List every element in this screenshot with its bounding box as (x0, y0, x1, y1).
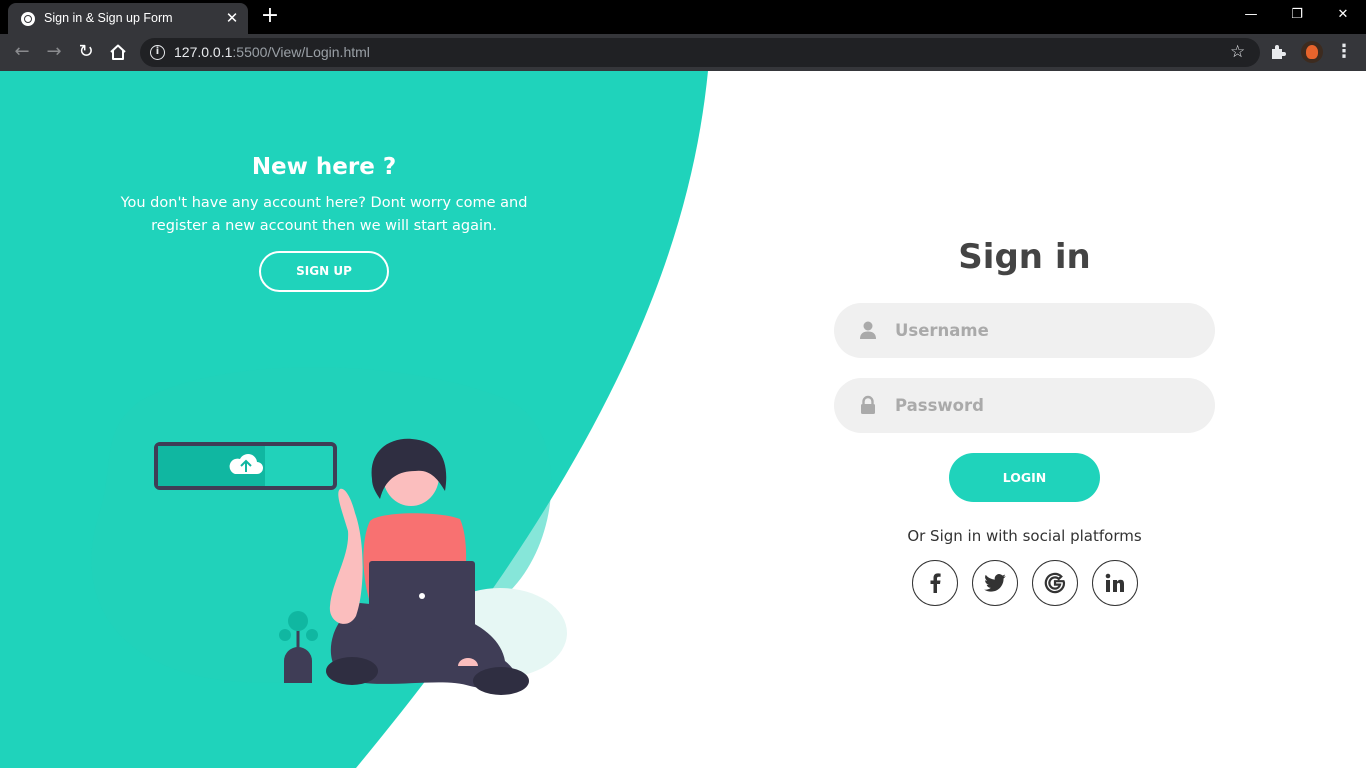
user-icon (860, 321, 876, 339)
signin-title: Sign in (958, 237, 1091, 277)
back-icon[interactable]: ← (8, 38, 36, 66)
google-icon[interactable] (1031, 560, 1078, 606)
profile-avatar-icon[interactable] (1301, 41, 1323, 63)
panel-title: New here ? (251, 154, 397, 180)
username-field[interactable] (834, 303, 1215, 358)
extensions-icon[interactable] (1268, 42, 1288, 62)
browser-tab-bar: Sign in & Sign up Form ✕ + — ❐ ✕ (0, 0, 1366, 34)
reload-icon[interactable]: ↻ (72, 38, 100, 66)
url-text: 127.0.0.1:5500/View/Login.html (174, 44, 370, 60)
password-input[interactable] (895, 378, 1195, 433)
browser-toolbar: ← → ↻ i 127.0.0.1:5500/View/Login.html ☆… (0, 34, 1366, 71)
address-bar[interactable]: i 127.0.0.1:5500/View/Login.html ☆ (140, 38, 1260, 67)
minimize-button[interactable]: — (1228, 0, 1274, 30)
home-icon[interactable] (104, 38, 132, 66)
signin-form: Sign in LOGIN Or Sign in with social pla… (834, 231, 1215, 606)
page-content: New here ? You don't have any account he… (0, 71, 1366, 768)
bookmark-star-icon[interactable]: ☆ (1230, 41, 1245, 63)
tab-close-icon[interactable]: ✕ (222, 8, 242, 28)
login-button[interactable]: LOGIN (949, 453, 1100, 502)
password-field[interactable] (834, 378, 1215, 433)
signup-button[interactable]: SIGN UP (259, 251, 389, 292)
social-icons-row (834, 560, 1215, 606)
menu-kebab-icon[interactable]: ⋮ (1334, 38, 1354, 66)
globe-icon (21, 12, 35, 26)
twitter-icon[interactable] (971, 560, 1018, 606)
signup-prompt-panel: New here ? You don't have any account he… (100, 149, 548, 292)
social-signin-text: Or Sign in with social platforms (907, 527, 1142, 545)
browser-tab[interactable]: Sign in & Sign up Form ✕ (8, 3, 248, 34)
restore-button[interactable]: ❐ (1274, 0, 1320, 30)
facebook-icon[interactable] (911, 560, 958, 606)
info-icon[interactable]: i (150, 45, 165, 60)
panel-description: You don't have any account here? Dont wo… (120, 195, 528, 234)
person-with-laptop-illustration (91, 367, 567, 695)
lock-icon (861, 395, 875, 414)
new-tab-button[interactable]: + (258, 5, 282, 29)
close-window-button[interactable]: ✕ (1320, 0, 1366, 30)
username-input[interactable] (895, 303, 1195, 358)
forward-icon[interactable]: → (40, 38, 68, 66)
linkedin-icon[interactable] (1091, 560, 1138, 606)
tab-title: Sign in & Sign up Form (44, 11, 173, 25)
